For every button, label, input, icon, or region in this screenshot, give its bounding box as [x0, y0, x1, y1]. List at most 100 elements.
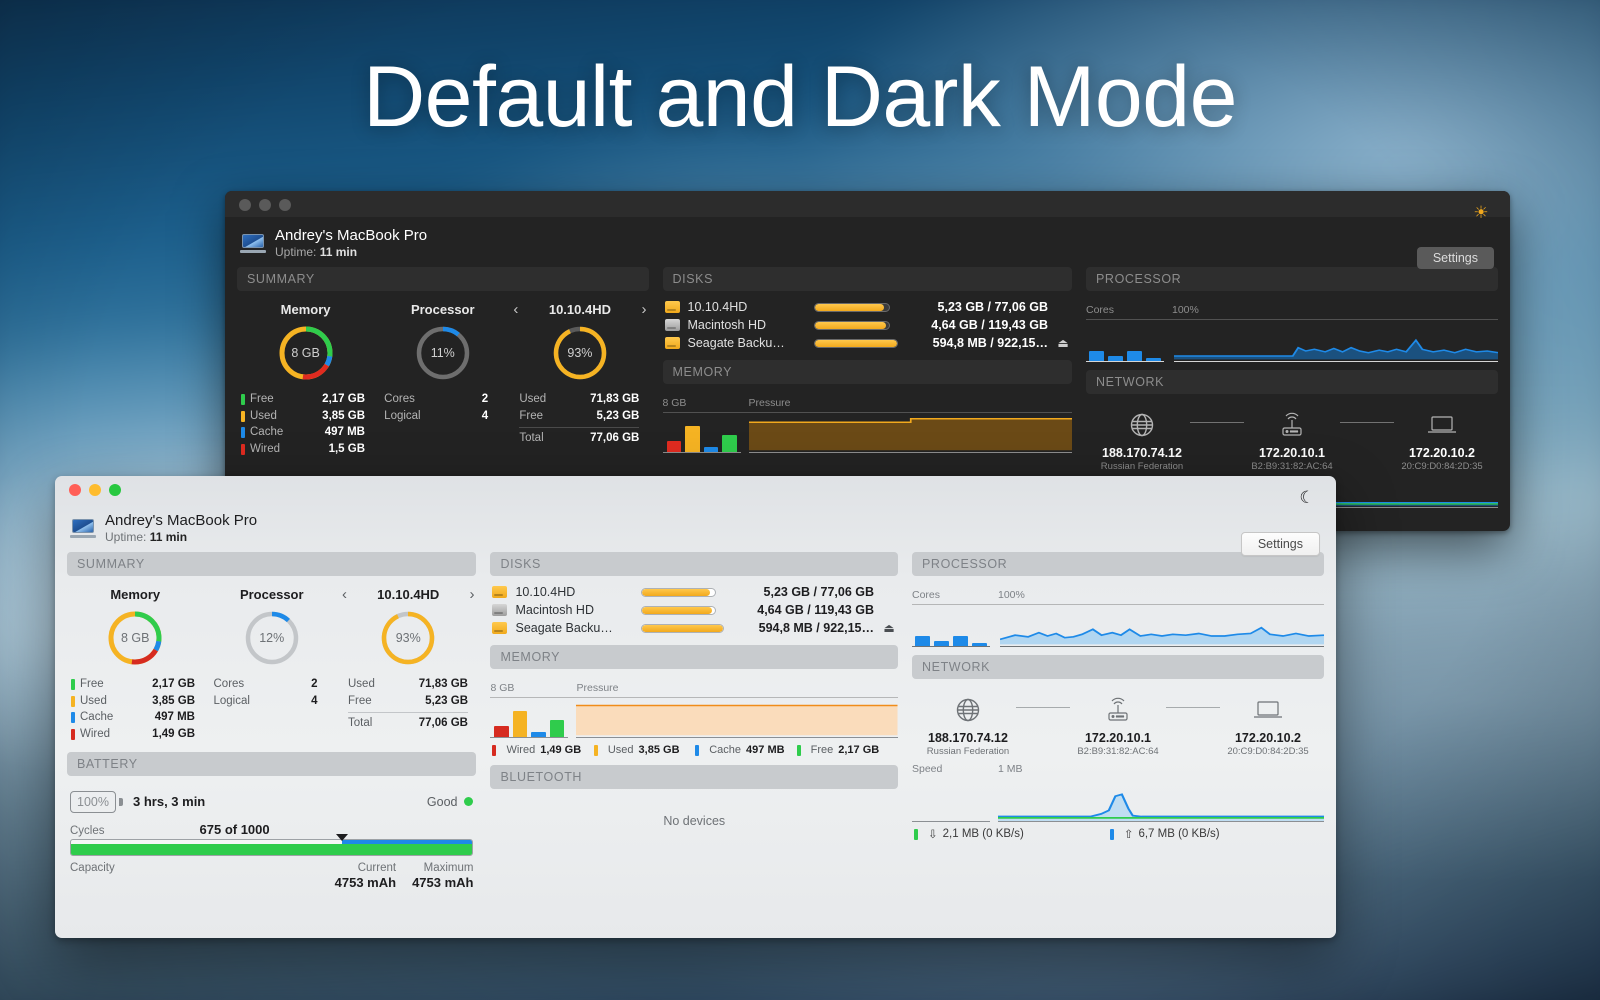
disk-stats: Used 71,83 GB Free 5,23 GB Total 77,06 G… [348, 676, 468, 732]
stat-key: Total [348, 715, 419, 732]
memory-donut-center: 8 GB [277, 324, 335, 382]
stat-key: Free [80, 676, 152, 693]
stat-value: 5,23 GB [425, 693, 468, 710]
disk-icon [665, 337, 680, 349]
battery-health-label: Good [427, 795, 458, 809]
minimize-button[interactable] [259, 199, 271, 211]
legend-key: Free [811, 744, 834, 756]
uptime-label: Uptime: [275, 245, 316, 259]
memory-graph-label: Pressure [741, 397, 1073, 413]
battery-icon: 100% [70, 791, 116, 813]
stat-value: 2 [311, 676, 317, 693]
close-button[interactable] [239, 199, 251, 211]
light-column-disks: DISKS 10.10.4HD 5,23 GB / 77,06 GB Macin… [490, 552, 898, 890]
light-window-body: SUMMARY Memory 8 GB [55, 552, 1336, 890]
network-addresses: 188.170.74.12 Russian Federation 172.20.… [1086, 446, 1498, 472]
disk-donut-chart: 93% [379, 609, 437, 667]
eject-icon[interactable]: ⏏ [1056, 336, 1070, 350]
network-link [1166, 707, 1220, 708]
disk-row[interactable]: Macintosh HD 4,64 GB / 119,43 GB [490, 601, 898, 619]
summary-memory-title: Memory [67, 587, 204, 602]
zoom-button[interactable] [279, 199, 291, 211]
memory-stats: Free 2,17 GB Used 3,85 GB Cache 497 MB [71, 676, 195, 743]
legend-value: 497 MB [746, 744, 785, 756]
network-topology [912, 686, 1324, 731]
disk-row[interactable]: 10.10.4HD 5,23 GB / 77,06 GB [490, 583, 898, 601]
processor-graph-label: 100% [990, 589, 1324, 605]
section-header-memory: MEMORY [663, 360, 1073, 384]
settings-button[interactable]: Settings [1417, 247, 1494, 269]
disk-row[interactable]: Macintosh HD 4,64 GB / 119,43 GB [663, 316, 1073, 334]
disk-next-button[interactable]: › [642, 301, 647, 318]
section-header-bluetooth: BLUETOOTH [490, 765, 898, 789]
swatch-download-icon [914, 829, 918, 840]
disk-prev-button[interactable]: ‹ [513, 301, 518, 318]
battery-cycles-row: Cycles 675 of 1000 [67, 816, 476, 839]
network-subtitle: Russian Federation [1094, 461, 1190, 472]
section-header-memory: MEMORY [490, 645, 898, 669]
swatch-wired-icon [241, 444, 245, 455]
dark-traffic-lights[interactable] [239, 199, 1510, 211]
memory-charts [663, 413, 1073, 453]
network-ip: 188.170.74.12 [920, 731, 1016, 745]
swatch-wired-icon [71, 729, 75, 740]
stat-value: 497 MB [155, 709, 195, 726]
eject-icon[interactable]: ⏏ [882, 621, 896, 635]
section-header-network: NETWORK [1086, 370, 1498, 394]
zoom-button[interactable] [109, 484, 121, 496]
memory-graph-axis: 8 GB Pressure [490, 676, 898, 698]
swatch-cache-icon [695, 745, 699, 756]
section-header-summary: SUMMARY [237, 267, 649, 291]
disk-prev-button[interactable]: ‹ [342, 586, 347, 603]
dark-window-titlebar[interactable] [225, 191, 1510, 217]
stat-value: 1,5 GB [329, 441, 365, 458]
disk-name: Macintosh HD [688, 318, 806, 332]
cpu-load-line-chart [1000, 611, 1324, 647]
disk-next-button[interactable]: › [470, 586, 475, 603]
disk-value: 4,64 GB / 119,43 GB [724, 603, 874, 617]
memory-bar-chart [663, 417, 741, 453]
disk-list: 10.10.4HD 5,23 GB / 77,06 GB Macintosh H… [490, 583, 898, 637]
light-window-titlebar[interactable] [55, 476, 1336, 502]
disk-value: 5,23 GB / 77,06 GB [724, 585, 874, 599]
cycles-marker-icon [336, 834, 348, 841]
globe-icon [1094, 411, 1190, 444]
swatch-free-icon [241, 394, 245, 405]
swatch-used-icon [241, 411, 245, 422]
legend-key: Wired [506, 744, 535, 756]
stat-key: Cache [80, 709, 155, 726]
light-traffic-lights[interactable] [69, 484, 1336, 496]
summary-disk-title: 10.10.4HD [511, 302, 648, 317]
stat-value: 4 [482, 408, 488, 425]
processor-stats: Cores 2 Logical 4 [384, 391, 488, 424]
stat-key: Logical [214, 693, 312, 710]
disk-icon [492, 604, 507, 616]
divider [348, 712, 468, 713]
disk-donut-center: 93% [551, 324, 609, 382]
stat-key: Cores [384, 391, 482, 408]
download-value: 2,1 MB (0 KB/s) [943, 828, 1024, 840]
disk-row[interactable]: 10.10.4HD 5,23 GB / 77,06 GB [663, 298, 1073, 316]
capacity-maximum: Maximum 4753 mAh [412, 862, 473, 890]
close-button[interactable] [69, 484, 81, 496]
disk-row[interactable]: Seagate Backu… 594,8 MB / 922,15… ⏏ [490, 619, 898, 637]
stat-row: Used 71,83 GB [348, 676, 468, 693]
bluetooth-empty-state: No devices [490, 796, 898, 828]
settings-button[interactable]: Settings [1241, 532, 1320, 556]
uptime-label: Uptime: [105, 530, 146, 544]
disk-usage-bar [814, 321, 891, 330]
legend-value: 3,85 GB [639, 744, 680, 756]
disk-donut-center: 93% [379, 609, 437, 667]
network-subtitle: B2:B9:31:82:AC:64 [1070, 746, 1166, 757]
upload-icon: ⇧ [1124, 827, 1134, 841]
network-ip: 172.20.10.1 [1244, 446, 1340, 460]
stat-value: 2,17 GB [322, 391, 365, 408]
minimize-button[interactable] [89, 484, 101, 496]
network-node-2: 172.20.10.2 20:C9:D0:84:2D:35 [1394, 446, 1490, 472]
disk-stats: Used 71,83 GB Free 5,23 GB Total 77,06 G… [519, 391, 639, 447]
summary-memory: Memory 8 GB Free [67, 587, 204, 743]
network-subtitle: B2:B9:31:82:AC:64 [1244, 461, 1340, 472]
default-mode-window[interactable]: ☾ Andrey's MacBook Pro Uptime: 11 min Se… [55, 476, 1336, 938]
disk-usage-bar [814, 303, 891, 312]
disk-row[interactable]: Seagate Backu… 594,8 MB / 922,15… ⏏ [663, 334, 1073, 352]
